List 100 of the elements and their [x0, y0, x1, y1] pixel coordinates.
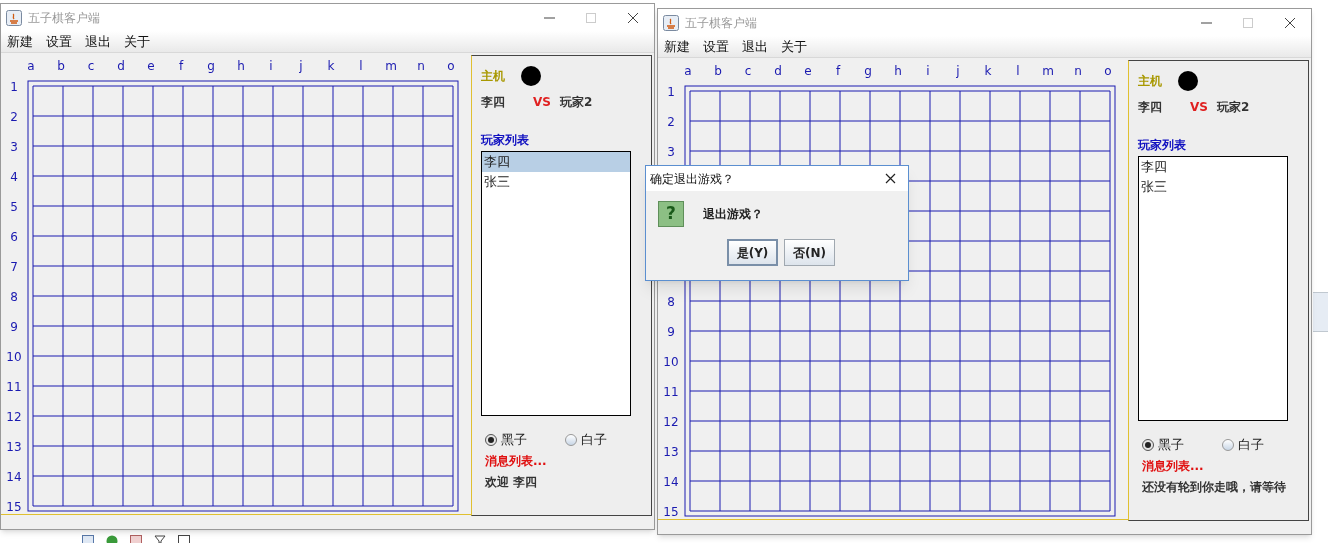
window-title: 五子棋客户端 — [685, 14, 757, 32]
radio-label[interactable]: 黑子 — [1158, 435, 1184, 455]
row-label: 2 — [10, 110, 18, 124]
player-list[interactable]: 李四 张三 — [1138, 156, 1288, 421]
minimize-icon[interactable] — [544, 16, 555, 19]
row-label: 11 — [663, 385, 679, 399]
host-label: 主机 — [481, 68, 506, 85]
column-label: n — [1074, 64, 1082, 78]
radio-button[interactable] — [565, 433, 577, 446]
column-label: k — [327, 59, 335, 73]
app-icon — [663, 14, 679, 31]
row-label: 5 — [10, 200, 18, 214]
row-label: 11 — [6, 380, 22, 394]
column-label: m — [1042, 64, 1054, 78]
row-label: 14 — [663, 475, 679, 489]
dialog-message: 退出游戏？ — [703, 206, 763, 223]
menu-item[interactable]: 退出 — [742, 36, 768, 57]
funnel-icon — [154, 535, 166, 543]
row-label: 3 — [10, 140, 18, 154]
stone-icon — [1178, 71, 1198, 91]
column-label: m — [385, 59, 397, 73]
column-label: f — [835, 64, 841, 78]
row-label: 3 — [667, 145, 675, 159]
message-list-title: 消息列表... — [484, 452, 548, 470]
close-icon[interactable] — [1284, 16, 1296, 29]
menu-item[interactable]: 新建 — [664, 36, 690, 57]
column-label: a — [684, 64, 692, 78]
row-label: 7 — [10, 260, 18, 274]
column-label: n — [417, 59, 425, 73]
row-label: 14 — [6, 470, 22, 484]
player-list-item[interactable]: 李四 — [1139, 157, 1287, 177]
row-label: 9 — [10, 320, 18, 334]
app-icon — [6, 9, 22, 26]
column-label: d — [774, 64, 782, 78]
row-label: 10 — [6, 350, 22, 364]
window-title: 五子棋客户端 — [28, 9, 100, 27]
radio-label[interactable]: 白子 — [581, 430, 607, 450]
close-icon[interactable] — [627, 11, 639, 24]
message-list-title: 消息列表... — [1141, 457, 1205, 475]
player-name: 玩家2 — [1217, 99, 1250, 116]
row-label: 15 — [663, 505, 679, 519]
row-label: 1 — [10, 80, 18, 94]
row-label: 13 — [6, 440, 22, 454]
row-label: 15 — [6, 500, 22, 514]
row-label: 6 — [10, 230, 18, 244]
column-label: g — [864, 64, 872, 78]
column-label: c — [744, 64, 752, 78]
radio-button[interactable] — [1222, 438, 1234, 451]
maximize-icon[interactable] — [586, 12, 596, 23]
player-list-title: 玩家列表 — [481, 132, 530, 149]
player-name: 李四 — [1138, 99, 1163, 116]
column-label: j — [299, 59, 303, 73]
board-grid[interactable] — [27, 80, 459, 512]
message-text: 还没有轮到你走哦，请等待 — [1141, 478, 1287, 496]
radio-label[interactable]: 黑子 — [501, 430, 527, 450]
column-label: k — [984, 64, 992, 78]
player-list-item[interactable]: 李四 — [482, 152, 630, 172]
column-label: l — [1016, 64, 1020, 78]
row-label: 12 — [663, 415, 679, 429]
radio-label[interactable]: 白子 — [1238, 435, 1264, 455]
menu-item[interactable]: 关于 — [781, 36, 807, 57]
row-label: 1 — [667, 85, 675, 99]
player-name: 李四 — [481, 94, 506, 111]
menu-item[interactable]: 设置 — [46, 31, 72, 52]
row-label: 10 — [663, 355, 679, 369]
menu-item[interactable]: 设置 — [703, 36, 729, 57]
menu-item[interactable]: 新建 — [7, 31, 33, 52]
radio-button[interactable] — [485, 433, 497, 446]
stone-icon — [521, 66, 541, 86]
menu-item[interactable]: 关于 — [124, 31, 150, 52]
column-label: j — [956, 64, 960, 78]
maximize-icon[interactable] — [1243, 17, 1253, 28]
dialog-title: 确定退出游戏？ — [650, 170, 734, 188]
player-list-title: 玩家列表 — [1138, 137, 1187, 154]
row-label: 8 — [667, 295, 675, 309]
radio-button[interactable] — [1142, 438, 1154, 451]
player-list-item[interactable]: 张三 — [482, 172, 630, 192]
column-label: o — [447, 59, 455, 73]
minimize-icon[interactable] — [1201, 21, 1212, 24]
column-label: o — [1104, 64, 1112, 78]
window-icon — [178, 535, 190, 543]
column-label: e — [147, 59, 155, 73]
player-list-item[interactable]: 张三 — [1139, 177, 1287, 197]
column-label: e — [804, 64, 812, 78]
document-icon — [82, 535, 94, 543]
row-label: 2 — [667, 115, 675, 129]
dialog-button[interactable]: 是(Y) — [727, 239, 778, 266]
player-list[interactable]: 李四 张三 — [481, 151, 631, 416]
versus-label: VS — [533, 94, 552, 111]
column-label: h — [237, 59, 245, 73]
column-label: b — [57, 59, 65, 73]
message-text: 欢迎 李四 — [484, 473, 539, 491]
row-label: 4 — [10, 170, 18, 184]
column-label: h — [894, 64, 902, 78]
dialog-button[interactable]: 否(N) — [784, 239, 835, 266]
menu-item[interactable]: 退出 — [85, 31, 111, 52]
row-label: 13 — [663, 445, 679, 459]
question-icon: ? — [658, 201, 684, 227]
close-icon[interactable] — [885, 173, 896, 184]
row-label: 12 — [6, 410, 22, 424]
